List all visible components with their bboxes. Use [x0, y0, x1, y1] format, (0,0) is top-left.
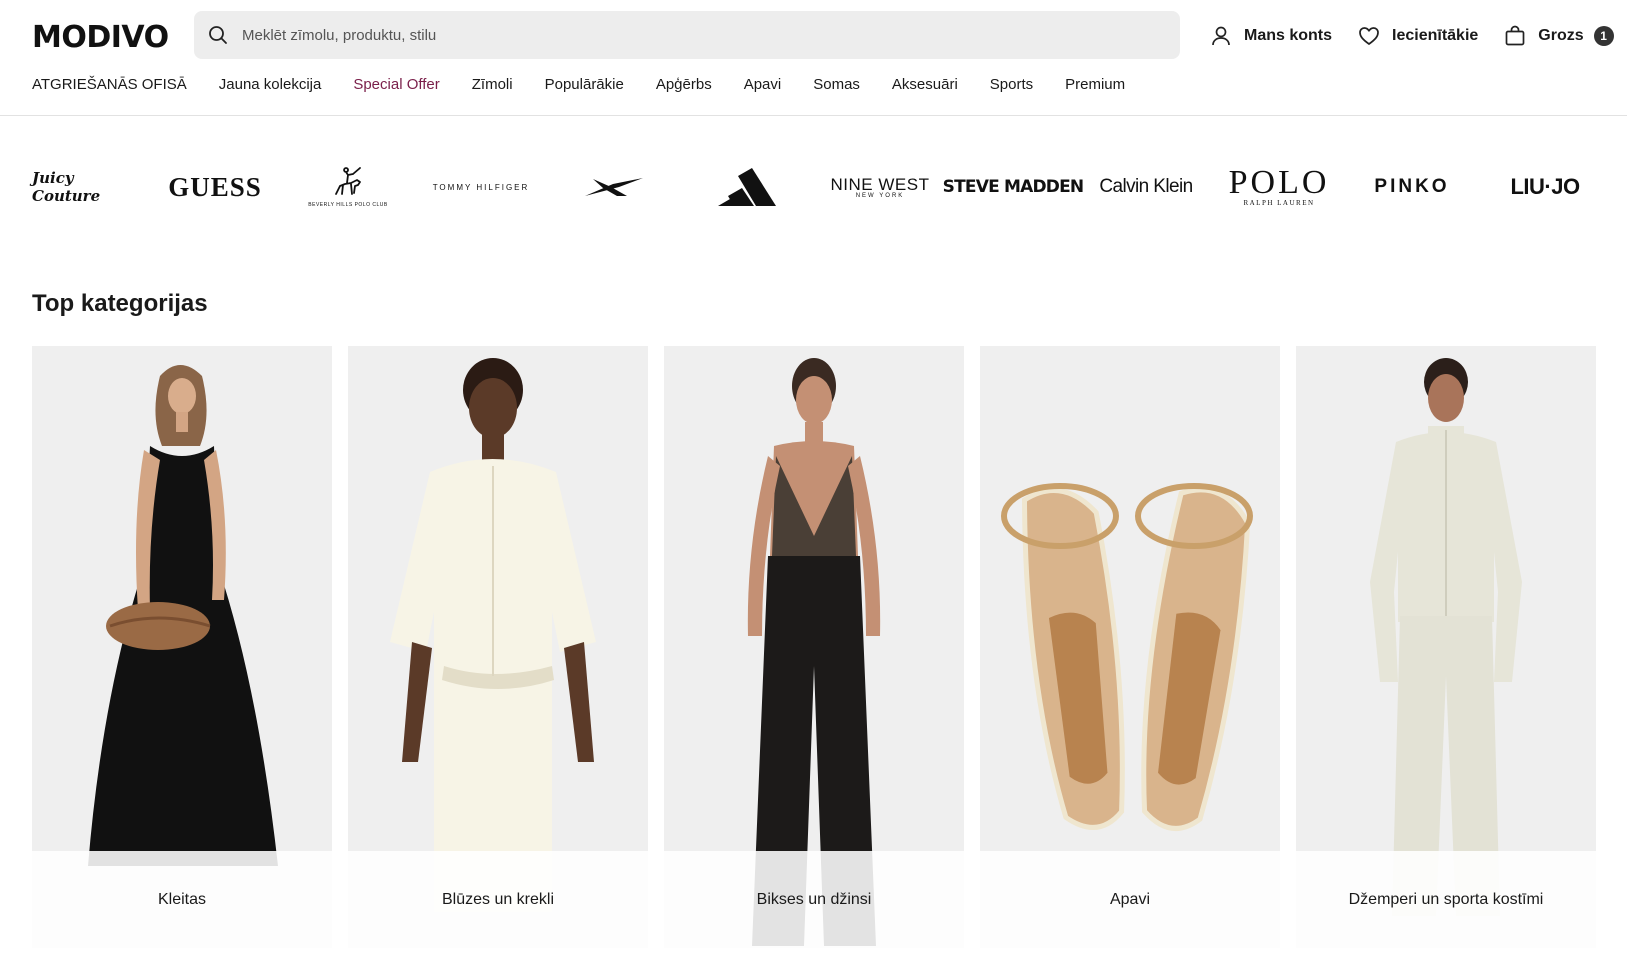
brand-logo-juicy-couture[interactable]: Juicy Couture — [32, 162, 132, 212]
brand-juicy-text: Juicy Couture — [32, 169, 101, 205]
cart-link[interactable]: Grozs 1 — [1504, 25, 1614, 47]
brand-strip: Juicy Couture GUESS BEVERLY HILLS POLO C… — [32, 150, 1595, 224]
brand-guess-text: GUESS — [168, 171, 262, 202]
heart-icon — [1358, 25, 1380, 47]
brand-logo-reebok[interactable] — [564, 162, 664, 212]
nav-item-bags[interactable]: Somas — [813, 76, 860, 93]
nav-item-brands[interactable]: Zīmoli — [472, 76, 513, 93]
nav-item-shoes[interactable]: Apavi — [744, 76, 782, 93]
account-link[interactable]: Mans konts — [1210, 25, 1332, 47]
brand-liujo-text: LIU·JO — [1510, 174, 1580, 199]
reebok-vector-icon — [585, 178, 643, 196]
nav-item-popular[interactable]: Populārākie — [545, 76, 624, 93]
category-grid: Kleitas Blūzes un krekli Bikses un džins… — [32, 346, 1596, 948]
cart-label: Grozs — [1538, 27, 1584, 44]
main-nav: ATGRIEŠANĀS OFISĀ Jauna kolekcija Specia… — [32, 76, 1157, 93]
brand-logo-guess[interactable]: GUESS — [165, 162, 265, 212]
nav-item-sports[interactable]: Sports — [990, 76, 1033, 93]
favorites-link[interactable]: Iecienītākie — [1358, 25, 1478, 47]
brand-nine-west-sub: NEW YORK — [855, 192, 905, 199]
category-label: Kleitas — [32, 851, 332, 948]
brand-polo-text: POLO — [1228, 164, 1330, 201]
category-card-dresses[interactable]: Kleitas — [32, 346, 332, 948]
header-actions: Mans konts Iecienītākie Grozs 1 — [1210, 20, 1614, 52]
category-label: Blūzes un krekli — [348, 851, 648, 948]
brand-nine-west-text: NINE WEST — [830, 174, 930, 194]
brand-logo-polo-ralph-lauren[interactable]: POLO RALPH LAUREN — [1229, 162, 1329, 212]
search-placeholder: Meklēt zīmolu, produktu, stilu — [242, 26, 437, 44]
section-title: Top kategorijas — [32, 290, 208, 317]
nav-item-special-offer[interactable]: Special Offer — [353, 76, 439, 93]
brand-steve-madden-text: STEVE MADDEN — [942, 177, 1084, 197]
category-card-trousers[interactable]: Bikses un džinsi — [664, 346, 964, 948]
category-card-blouses[interactable]: Blūzes un krekli — [348, 346, 648, 948]
category-card-shoes[interactable]: Apavi — [980, 346, 1280, 948]
adidas-stripes-icon — [718, 168, 776, 206]
brand-logo-adidas[interactable] — [697, 162, 797, 212]
nav-item-new-collection[interactable]: Jauna kolekcija — [219, 76, 322, 93]
brand-polo-sub: RALPH LAUREN — [1243, 199, 1315, 207]
brand-beverly-text: BEVERLY HILLS POLO CLUB — [308, 202, 388, 208]
bag-icon — [1504, 25, 1526, 47]
category-label: Džemperi un sporta kostīmi — [1296, 851, 1596, 948]
search-input[interactable]: Meklēt zīmolu, produktu, stilu — [194, 11, 1180, 59]
category-card-sweaters[interactable]: Džemperi un sporta kostīmi — [1296, 346, 1596, 948]
brand-tommy-text: TOMMY HILFIGER — [432, 182, 530, 192]
nav-item-clothing[interactable]: Apģērbs — [656, 76, 712, 93]
nav-item-accessories[interactable]: Aksesuāri — [892, 76, 958, 93]
site-header: MODIVO Meklēt zīmolu, produktu, stilu Ma… — [0, 0, 1627, 116]
brand-calvin-klein-text: Calvin Klein — [1099, 176, 1193, 197]
category-label: Bikses un džinsi — [664, 851, 964, 948]
user-icon — [1210, 25, 1232, 47]
brand-logo-beverly-hills-polo-club[interactable]: BEVERLY HILLS POLO CLUB — [298, 162, 398, 212]
brand-logo-liu-jo[interactable]: LIU·JO — [1495, 162, 1595, 212]
brand-logo-calvin-klein[interactable]: Calvin Klein — [1096, 162, 1196, 212]
category-label: Apavi — [980, 851, 1280, 948]
brand-logo-tommy-hilfiger[interactable]: TOMMY HILFIGER — [431, 162, 531, 212]
cart-count-badge: 1 — [1593, 26, 1614, 46]
brand-pinko-text: PINKO — [1374, 176, 1450, 197]
search-icon — [208, 25, 228, 45]
favorites-label: Iecienītākie — [1392, 27, 1479, 44]
nav-item-back-to-office[interactable]: ATGRIEŠANĀS OFISĀ — [32, 76, 187, 93]
account-label: Mans konts — [1244, 27, 1333, 44]
brand-logo-nine-west[interactable]: NINE WEST NEW YORK — [830, 162, 930, 212]
modivo-logo[interactable]: MODIVO — [32, 20, 169, 55]
nav-item-premium[interactable]: Premium — [1065, 76, 1125, 93]
polo-player-icon — [335, 167, 361, 195]
brand-logo-steve-madden[interactable]: STEVE MADDEN — [943, 162, 1084, 212]
brand-logo-pinko[interactable]: PINKO — [1362, 162, 1462, 212]
